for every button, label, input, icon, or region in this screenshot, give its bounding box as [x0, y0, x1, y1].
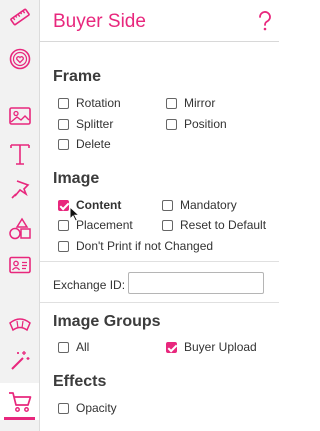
- opacity-label: Opacity: [76, 401, 117, 415]
- magic-wand-icon: [10, 351, 29, 370]
- rotation-label: Rotation: [76, 96, 121, 110]
- tool-magic-wand[interactable]: [0, 343, 39, 377]
- splitter-checkbox[interactable]: Splitter: [58, 117, 113, 131]
- placement-check[interactable]: [58, 219, 69, 231]
- delete-check[interactable]: [58, 138, 69, 150]
- opacity-checkbox[interactable]: Opacity: [58, 401, 117, 415]
- position-label: Position: [184, 117, 227, 131]
- panel-title: Buyer Side: [53, 11, 146, 32]
- buyer-upload-check[interactable]: [166, 341, 177, 353]
- tool-ruler[interactable]: [0, 0, 39, 34]
- all-check[interactable]: [58, 341, 69, 353]
- opacity-check[interactable]: [58, 402, 69, 414]
- tool-shapes[interactable]: [0, 212, 39, 246]
- exchange-id-input[interactable]: [128, 272, 264, 294]
- tool-sidebar: [0, 0, 40, 431]
- mouse-cursor-icon: [69, 206, 80, 222]
- splitter-label: Splitter: [76, 117, 114, 131]
- buyer-upload-checkbox[interactable]: Buyer Upload: [166, 340, 257, 354]
- image-section-title: Image: [53, 170, 100, 187]
- splitter-check[interactable]: [58, 118, 69, 130]
- mirror-check[interactable]: [166, 97, 177, 109]
- all-checkbox[interactable]: All: [58, 340, 89, 354]
- mandatory-check[interactable]: [162, 199, 173, 211]
- help-icon: [259, 11, 271, 31]
- help-button[interactable]: [256, 11, 274, 36]
- content-label: Content: [76, 198, 122, 212]
- dont-print-check[interactable]: [58, 240, 69, 252]
- dont-print-label: Don't Print if not Changed: [76, 239, 214, 253]
- tool-curve[interactable]: [0, 307, 39, 341]
- divider: [40, 302, 279, 303]
- mirror-checkbox[interactable]: Mirror: [166, 96, 215, 110]
- shapes-icon: [8, 217, 31, 240]
- panel-header: Buyer Side: [40, 0, 279, 42]
- tool-badge[interactable]: [0, 42, 39, 76]
- buyer-upload-label: Buyer Upload: [184, 340, 257, 354]
- reset-to-default-check[interactable]: [162, 219, 173, 231]
- ruler-icon: [9, 8, 30, 26]
- content-checkbox[interactable]: Content: [58, 198, 121, 212]
- tool-image[interactable]: [0, 99, 39, 133]
- content-check[interactable]: [58, 199, 69, 211]
- frame-section-title: Frame: [53, 68, 102, 85]
- tool-pin[interactable]: [0, 172, 39, 206]
- tool-id-card[interactable]: [0, 248, 39, 282]
- cart-icon: [8, 391, 31, 412]
- mirror-label: Mirror: [184, 96, 216, 110]
- mandatory-label: Mandatory: [180, 198, 237, 212]
- effects-section-title: Effects: [53, 373, 107, 390]
- pin-icon: [10, 180, 29, 199]
- all-label: All: [76, 340, 90, 354]
- badge-heart-icon: [9, 48, 30, 70]
- delete-checkbox[interactable]: Delete: [58, 137, 111, 151]
- tool-text[interactable]: [0, 137, 39, 171]
- reset-to-default-label: Reset to Default: [180, 218, 267, 232]
- dont-print-checkbox[interactable]: Don't Print if not Changed: [58, 239, 213, 253]
- id-card-icon: [8, 256, 31, 274]
- tool-cart[interactable]: [0, 383, 39, 420]
- text-icon: [9, 144, 30, 165]
- exchange-id-label: Exchange ID:: [53, 278, 126, 292]
- mandatory-checkbox[interactable]: Mandatory: [162, 198, 237, 212]
- reset-to-default-checkbox[interactable]: Reset to Default: [162, 218, 266, 232]
- delete-label: Delete: [76, 137, 111, 151]
- rotation-check[interactable]: [58, 97, 69, 109]
- divider: [40, 261, 279, 262]
- position-check[interactable]: [166, 118, 177, 130]
- curve-icon: [8, 318, 31, 332]
- image-icon: [8, 107, 31, 125]
- image-groups-section-title: Image Groups: [53, 313, 161, 330]
- placement-label: Placement: [76, 218, 133, 232]
- position-checkbox[interactable]: Position: [166, 117, 227, 131]
- rotation-checkbox[interactable]: Rotation: [58, 96, 121, 110]
